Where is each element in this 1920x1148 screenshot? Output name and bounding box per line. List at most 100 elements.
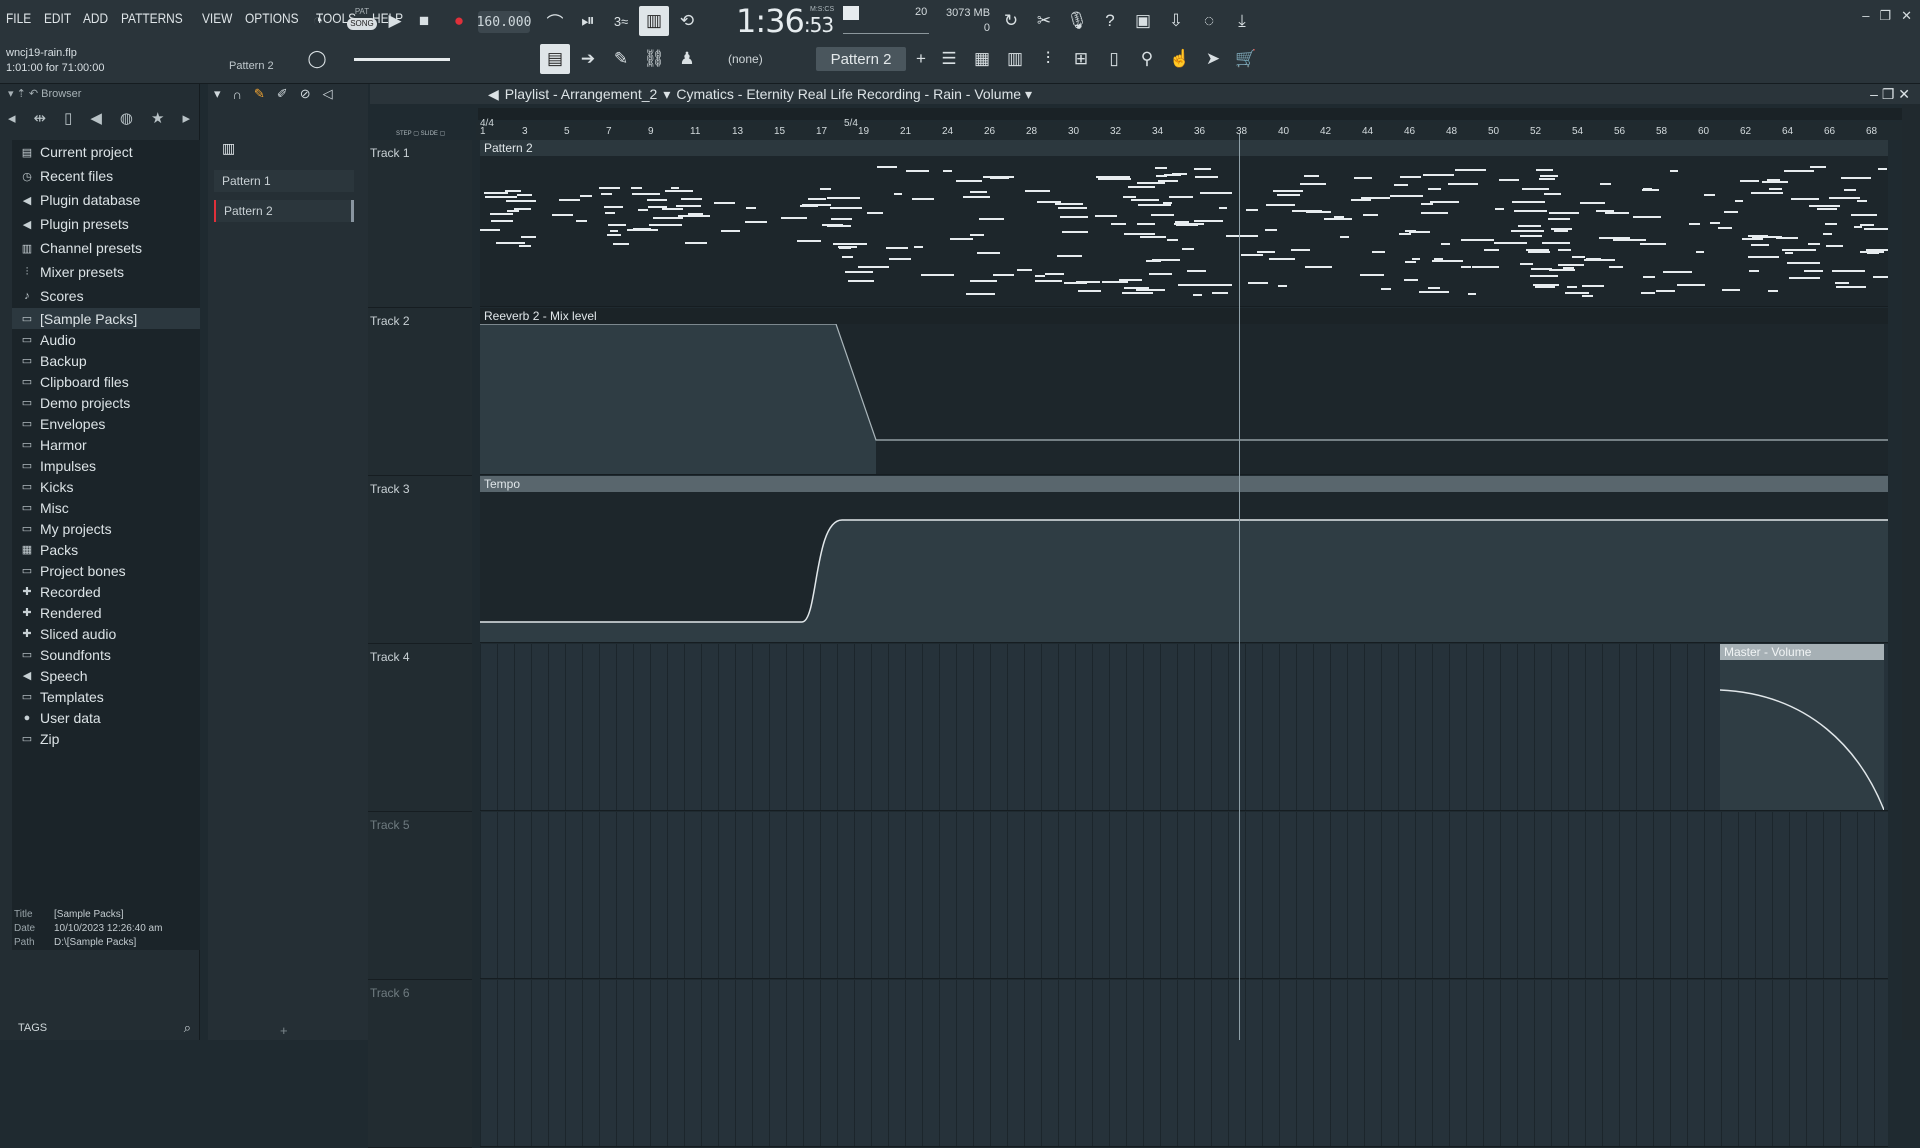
pattern-list-mode-icon[interactable]: ▥	[222, 140, 235, 157]
browser-item[interactable]: ▭ Project bones	[12, 560, 200, 581]
browser-item[interactable]: ▭ Audio	[12, 329, 200, 350]
menu-view[interactable]: VIEW	[202, 10, 232, 26]
delete-icon[interactable]: ⊘	[300, 86, 311, 102]
speaker-icon[interactable]: ◀	[90, 109, 102, 127]
browser-icon[interactable]: ⊞	[1066, 44, 1096, 74]
track-header[interactable]: Track 4	[368, 644, 472, 812]
add-pattern-icon[interactable]: +	[280, 1023, 288, 1038]
playlist-icon[interactable]: ☰	[934, 44, 964, 74]
step-toggle[interactable]: STEP ▢ SLIDE ▢	[396, 130, 445, 137]
menu-options[interactable]: OPTIONS	[245, 10, 299, 26]
track-header[interactable]: Track 2	[368, 308, 472, 476]
master-volume-knob-icon[interactable]: ◔	[303, 6, 333, 36]
browser-item[interactable]: ▭ Zip	[12, 728, 200, 749]
playlist-view-icon[interactable]: ▤	[540, 44, 570, 74]
pattern-item-1[interactable]: Pattern 1	[214, 170, 354, 192]
browser-item[interactable]: ▭ Soundfonts	[12, 644, 200, 665]
browser-item[interactable]: ◀ Speech	[12, 665, 200, 686]
browser-item[interactable]: ▭ Envelopes	[12, 413, 200, 434]
touch-icon[interactable]: ☝	[1165, 44, 1195, 74]
cut-icon[interactable]: ✂	[1029, 6, 1059, 36]
browser-item[interactable]: ▭ Harmor	[12, 434, 200, 455]
time-signature-1[interactable]: 4/4	[480, 118, 494, 129]
browser-item[interactable]: ✚ Sliced audio	[12, 623, 200, 644]
menu-file[interactable]: FILE	[6, 10, 31, 26]
download-icon[interactable]: ⤓	[1227, 6, 1257, 36]
tags-label[interactable]: TAGS	[18, 1022, 47, 1034]
menu-add[interactable]: ADD	[83, 10, 108, 26]
browser-item[interactable]: ◀ Plugin database	[12, 188, 200, 212]
main-pitch-slider[interactable]	[354, 58, 450, 61]
record-icon[interactable]: ●	[444, 6, 474, 36]
save-icon[interactable]: ▣	[1128, 6, 1158, 36]
browser-item[interactable]: ▤ Current project	[12, 140, 200, 164]
browser-item[interactable]: ▭ Clipboard files	[12, 371, 200, 392]
search-icon[interactable]: ⌕	[184, 1020, 191, 1036]
track-lane[interactable]	[480, 812, 1888, 979]
cart-icon[interactable]: 🛒	[1231, 44, 1261, 74]
play-icon[interactable]: ▶	[380, 6, 410, 36]
pat-song-toggle[interactable]: PAT SONG	[347, 6, 377, 30]
browser-item[interactable]: ● User data	[12, 707, 200, 728]
browser-item[interactable]: ▦ Packs	[12, 539, 200, 560]
arrow-icon[interactable]: ➔	[573, 44, 603, 74]
track-header[interactable]: Track 3	[368, 476, 472, 644]
track-lane[interactable]	[480, 644, 1888, 811]
browser-item[interactable]: ▭ [Sample Packs]	[12, 308, 200, 329]
wait-for-input-icon[interactable]: ⏯	[573, 6, 603, 36]
magnet-icon[interactable]: ∩	[233, 87, 242, 102]
pattern-select[interactable]: Pattern 2	[816, 47, 906, 71]
files-icon[interactable]: ▯	[64, 109, 72, 127]
browser-item[interactable]: ▭ My projects	[12, 518, 200, 539]
all-icon[interactable]: ⇹	[34, 109, 47, 127]
metronome-icon[interactable]: ⌒	[540, 6, 570, 36]
export-icon[interactable]: ⇩	[1161, 6, 1191, 36]
reverb-automation-clip[interactable]: Reeverb 2 - Mix level	[480, 308, 1888, 474]
brush-icon[interactable]: ✎	[606, 44, 636, 74]
menu-patterns[interactable]: PATTERNS	[121, 10, 183, 26]
minimize-icon[interactable]: –	[1862, 8, 1869, 24]
browser-item[interactable]: ▭ Backup	[12, 350, 200, 371]
channel-rack-icon[interactable]: ▥	[1000, 44, 1030, 74]
link-icon[interactable]: ⛓	[639, 44, 669, 74]
time-signature-2[interactable]: 5/4	[844, 118, 858, 129]
mute-icon[interactable]: ◁	[323, 86, 333, 102]
track-lane[interactable]	[480, 980, 1888, 1147]
browser-item[interactable]: ◀ Plugin presets	[12, 212, 200, 236]
add-pattern-icon[interactable]: +	[906, 44, 936, 74]
nav-left-icon[interactable]: ◂	[8, 109, 16, 127]
tempo-display[interactable]: 160.000	[477, 11, 531, 33]
plugin-icon[interactable]: ⚲	[1132, 44, 1162, 74]
draw-icon[interactable]: ✎	[254, 86, 265, 102]
browser-item[interactable]: ▭ Impulses	[12, 455, 200, 476]
undo-history-icon[interactable]: ↻	[996, 6, 1026, 36]
browser-item[interactable]: ✚ Recorded	[12, 581, 200, 602]
close-icon[interactable]: ✕	[1901, 8, 1912, 24]
globe-icon[interactable]: ◍	[120, 109, 133, 127]
pattern-item-2[interactable]: Pattern 2	[214, 200, 354, 222]
speaker-icon[interactable]: ◀	[488, 86, 499, 103]
pattern-clip[interactable]: Pattern 2	[480, 140, 1888, 306]
ruler[interactable]: 1 3 5 7 9 11 13 15 17 19 21 24 26 28 30 32 34 36 38 40 42 44 4…	[476, 122, 1920, 140]
track-header[interactable]: Track 5	[368, 812, 472, 980]
chat-icon[interactable]: ◌	[1194, 6, 1224, 36]
browser-item[interactable]: ▭ Demo projects	[12, 392, 200, 413]
file-icon[interactable]: ▯	[1099, 44, 1129, 74]
browser-item[interactable]: ✚ Rendered	[12, 602, 200, 623]
send-icon[interactable]: ➤	[1198, 44, 1228, 74]
restore-icon[interactable]: ❐	[1879, 8, 1891, 24]
master-volume-clip[interactable]: Master - Volume	[1720, 644, 1884, 810]
step-edit-icon[interactable]: ▥	[639, 6, 669, 36]
channel-select[interactable]: (none)	[710, 47, 790, 71]
browser-item[interactable]: ▥ Channel presets	[12, 236, 200, 260]
snap-icon[interactable]: ▾	[214, 86, 221, 102]
stamp-icon[interactable]: ♟	[672, 44, 702, 74]
vertical-scrollbar[interactable]	[1902, 104, 1920, 1040]
playlist-window-controls-icon[interactable]: – ❐ ✕	[1870, 86, 1910, 103]
main-volume-knob-icon[interactable]: ◯	[302, 44, 332, 74]
star-icon[interactable]: ★	[151, 109, 164, 127]
tempo-automation-clip[interactable]: Tempo	[480, 476, 1888, 642]
playhead[interactable]	[1239, 134, 1240, 1040]
track-header[interactable]: Track 6	[368, 980, 472, 1148]
browser-item[interactable]: ▭ Templates	[12, 686, 200, 707]
